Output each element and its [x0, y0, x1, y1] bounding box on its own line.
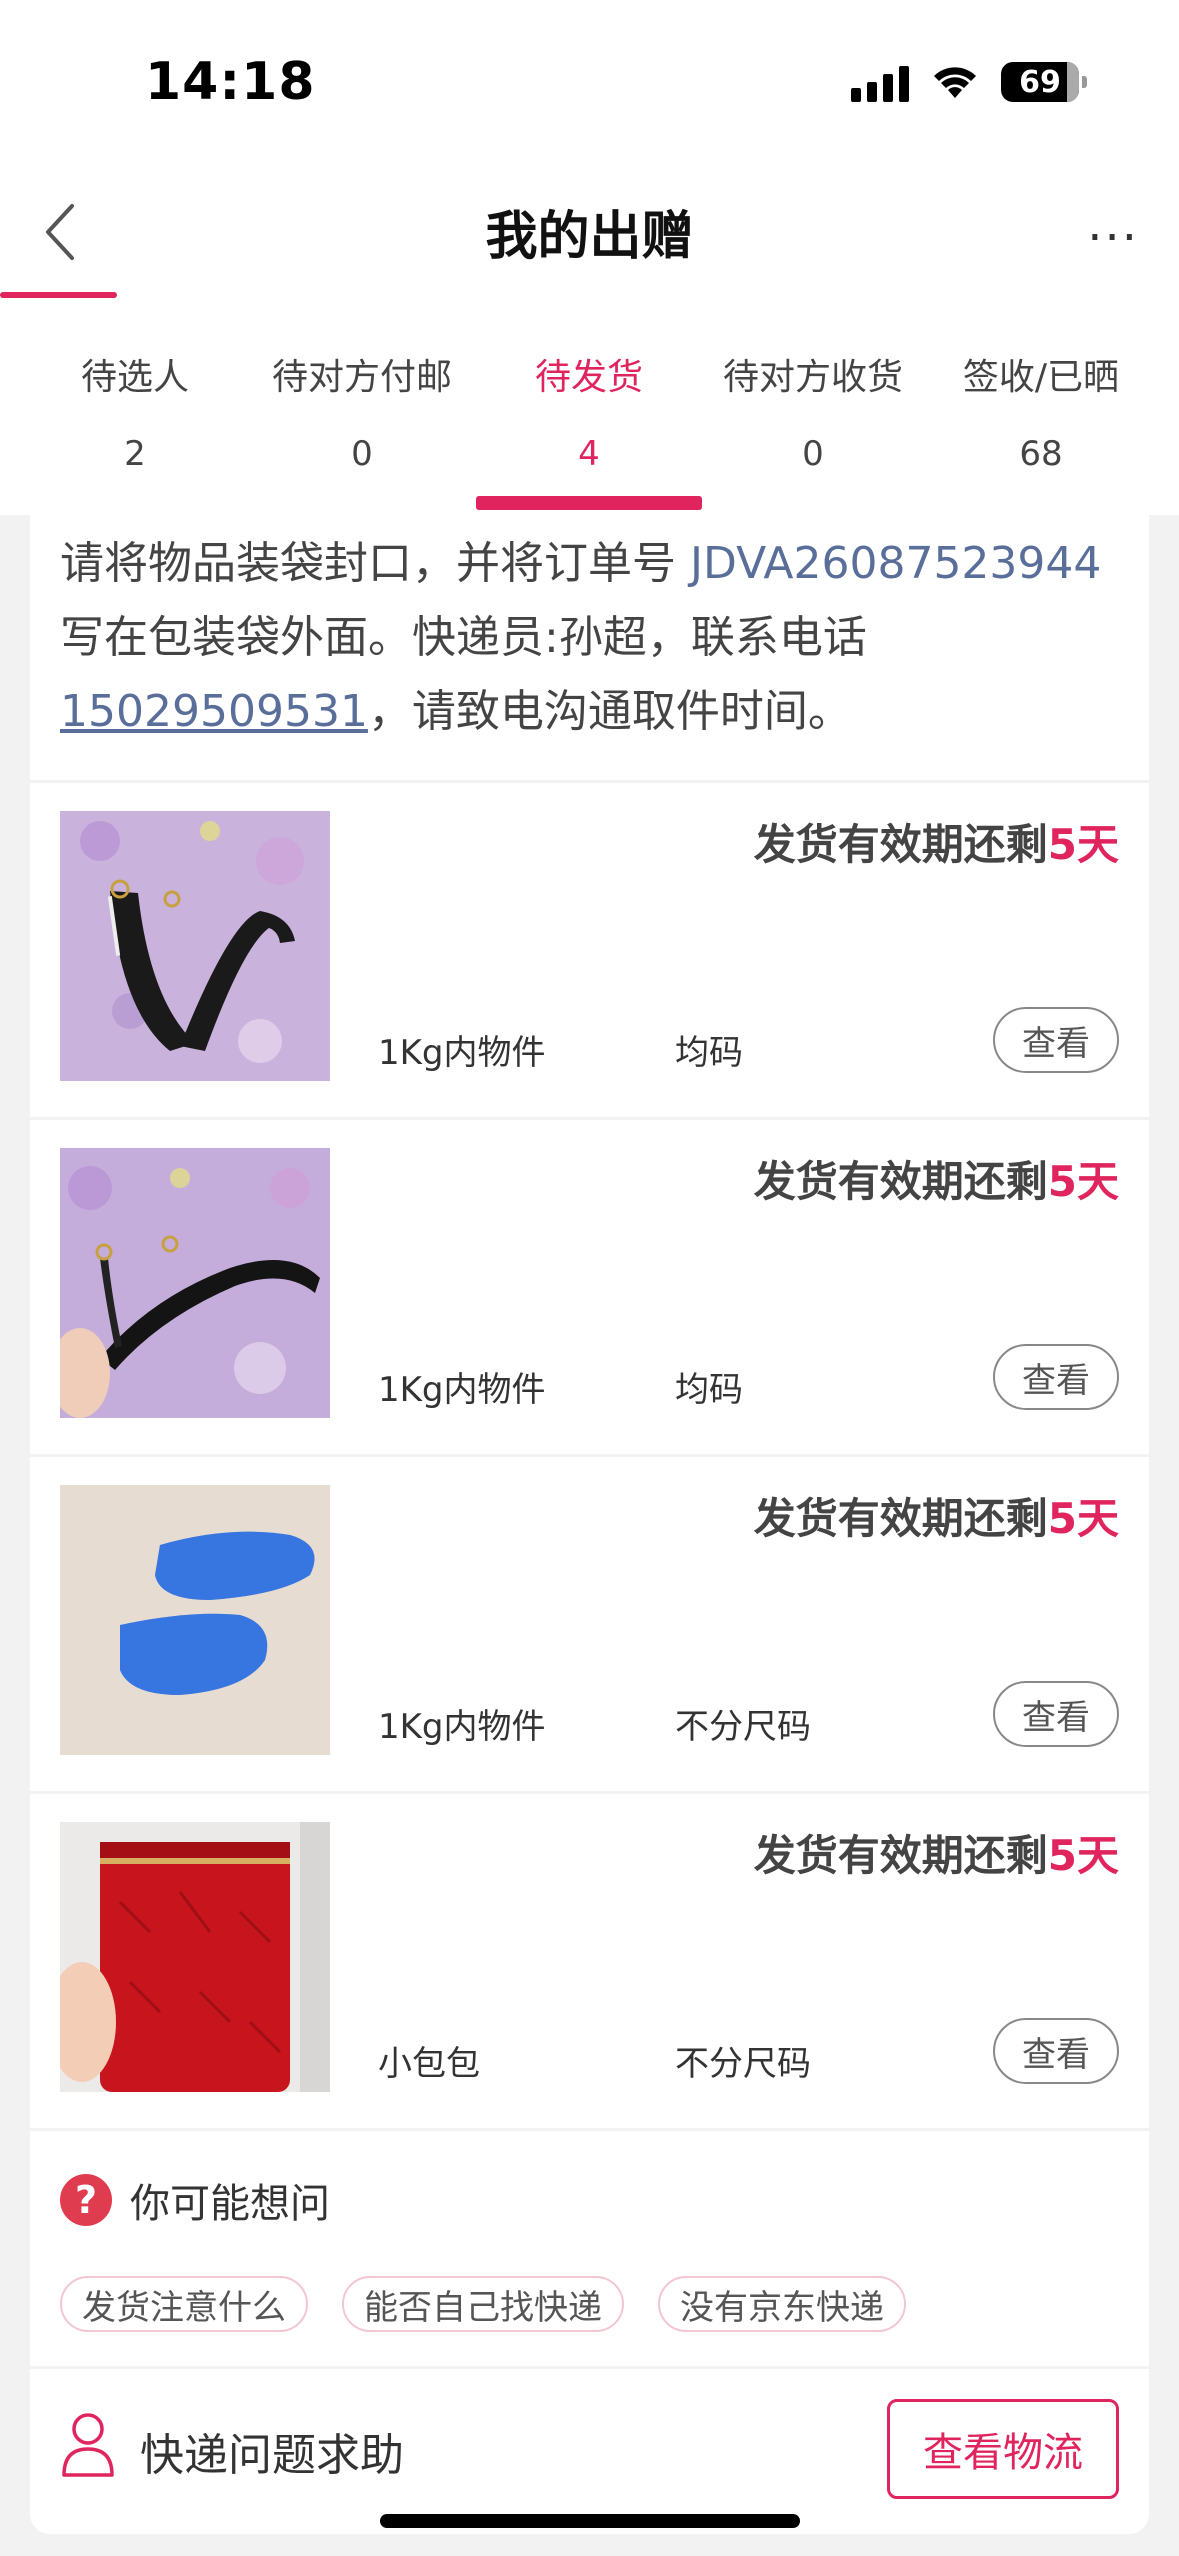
item-image[interactable]: [60, 811, 330, 1081]
courier-help-bar: 快递问题求助 查看物流: [30, 2369, 1149, 2534]
ship-deadline: 发货有效期还剩5天: [754, 1485, 1119, 1546]
item-weight: 小包包: [378, 2044, 480, 2084]
item-image[interactable]: [60, 1148, 330, 1418]
notice-text: 写在包装袋外面。快递员:孙超，联系电话: [60, 612, 867, 663]
list-item: 发货有效期还剩5天 1Kg内物件 均码 查看: [30, 783, 1149, 1117]
list-item: 发货有效期还剩5天 1Kg内物件 不分尺码 查看: [30, 1457, 1149, 1791]
status-time: 14:18: [145, 52, 316, 112]
ship-deadline: 发货有效期还剩5天: [754, 811, 1119, 872]
home-indicator[interactable]: [380, 2514, 800, 2528]
list-item: 发货有效期还剩5天 小包包 不分尺码 查看: [30, 1794, 1149, 2128]
tab-label: 待对方收货: [722, 357, 903, 398]
faq-chip[interactable]: 发货注意什么: [60, 2276, 308, 2332]
battery-icon: 69: [1001, 62, 1087, 102]
shipping-notice: 请将物品装袋封口，并将订单号 JDVA26087523944 写在包装袋外面。快…: [30, 515, 1149, 780]
tab-count: 2: [124, 434, 146, 474]
tab-signed-shared[interactable]: 签收/已晒 68: [928, 300, 1154, 515]
deadline-days: 5天: [1047, 1494, 1119, 1543]
tab-count: 68: [1019, 434, 1063, 474]
tab-pending-postage[interactable]: 待对方付邮 0: [249, 300, 475, 515]
tab-count: 4: [578, 434, 600, 474]
faq-chip[interactable]: 能否自己找快递: [342, 2276, 624, 2332]
deadline-days: 5天: [1047, 1831, 1119, 1880]
view-button[interactable]: 查看: [993, 1344, 1119, 1410]
item-weight: 1Kg内物件: [378, 1370, 546, 1410]
faq-section: ? 你可能想问 发货注意什么 能否自己找快递 没有京东快递: [30, 2131, 1149, 2366]
list-item: 发货有效期还剩5天 1Kg内物件 均码 查看: [30, 1120, 1149, 1454]
tab-label: 待选人: [80, 357, 189, 398]
view-button[interactable]: 查看: [993, 1681, 1119, 1747]
faq-chip[interactable]: 没有京东快递: [658, 2276, 906, 2332]
view-button[interactable]: 查看: [993, 2018, 1119, 2084]
deadline-label: 发货有效期还剩: [753, 1157, 1048, 1206]
tab-count: 0: [351, 434, 373, 474]
ship-deadline: 发货有效期还剩5天: [754, 1822, 1119, 1883]
item-weight: 1Kg内物件: [378, 1033, 546, 1073]
item-size: 均码: [675, 1033, 743, 1073]
notice-text: ，请致电沟通取件时间。: [367, 686, 852, 737]
deadline-days: 5天: [1047, 820, 1119, 869]
person-icon: [62, 2413, 114, 2477]
deadline-label: 发货有效期还剩: [753, 1494, 1048, 1543]
faq-header: ? 你可能想问: [60, 2171, 330, 2229]
tab-pending-selection[interactable]: 待选人 2: [22, 300, 248, 515]
back-underline: [0, 292, 117, 298]
tab-label: 待对方付邮: [271, 357, 452, 398]
deadline-days: 5天: [1047, 1157, 1119, 1206]
view-logistics-button[interactable]: 查看物流: [887, 2399, 1119, 2499]
deadline-label: 发货有效期还剩: [753, 1831, 1048, 1880]
tab-label: 签收/已晒: [962, 357, 1120, 398]
view-button[interactable]: 查看: [993, 1007, 1119, 1073]
courier-phone-link[interactable]: 15029509531: [60, 686, 368, 737]
status-tabs: 待选人 2 待对方付邮 0 待发货 4 待对方收货 0 签收/已晒 68: [0, 300, 1179, 515]
faq-title: 你可能想问: [130, 2181, 330, 2227]
notice-text: 请将物品装袋封口，并将订单号: [60, 538, 690, 589]
question-icon: ?: [60, 2174, 112, 2226]
tab-count: 0: [802, 434, 824, 474]
more-icon[interactable]: ···: [1087, 210, 1139, 266]
item-image[interactable]: [60, 1485, 330, 1755]
status-icons: 69: [851, 62, 1087, 102]
courier-help-link[interactable]: 快递问题求助: [140, 2419, 404, 2483]
item-size: 不分尺码: [675, 1707, 811, 1747]
deadline-label: 发货有效期还剩: [753, 820, 1048, 869]
wifi-icon: [934, 67, 976, 98]
main-content: 请将物品装袋封口，并将订单号 JDVA26087523944 写在包装袋外面。快…: [30, 515, 1149, 2534]
active-tab-indicator: [476, 496, 702, 510]
nav-bar: 我的出赠 ···: [0, 170, 1179, 300]
battery-level: 69: [1019, 64, 1061, 100]
item-image[interactable]: [60, 1822, 330, 2092]
item-size: 不分尺码: [675, 2044, 811, 2084]
status-bar: 14:18 69: [0, 0, 1179, 170]
tab-label: 待发货: [534, 357, 643, 398]
item-size: 均码: [675, 1370, 743, 1410]
faq-chips: 发货注意什么 能否自己找快递 没有京东快递: [60, 2276, 906, 2332]
signal-icon: [851, 62, 909, 102]
item-weight: 1Kg内物件: [378, 1707, 546, 1747]
tab-pending-receipt[interactable]: 待对方收货 0: [700, 300, 926, 515]
ship-deadline: 发货有效期还剩5天: [754, 1148, 1119, 1209]
tab-pending-shipment[interactable]: 待发货 4: [476, 300, 702, 515]
page-title: 我的出赠: [485, 207, 694, 267]
order-number[interactable]: JDVA26087523944: [690, 538, 1101, 589]
